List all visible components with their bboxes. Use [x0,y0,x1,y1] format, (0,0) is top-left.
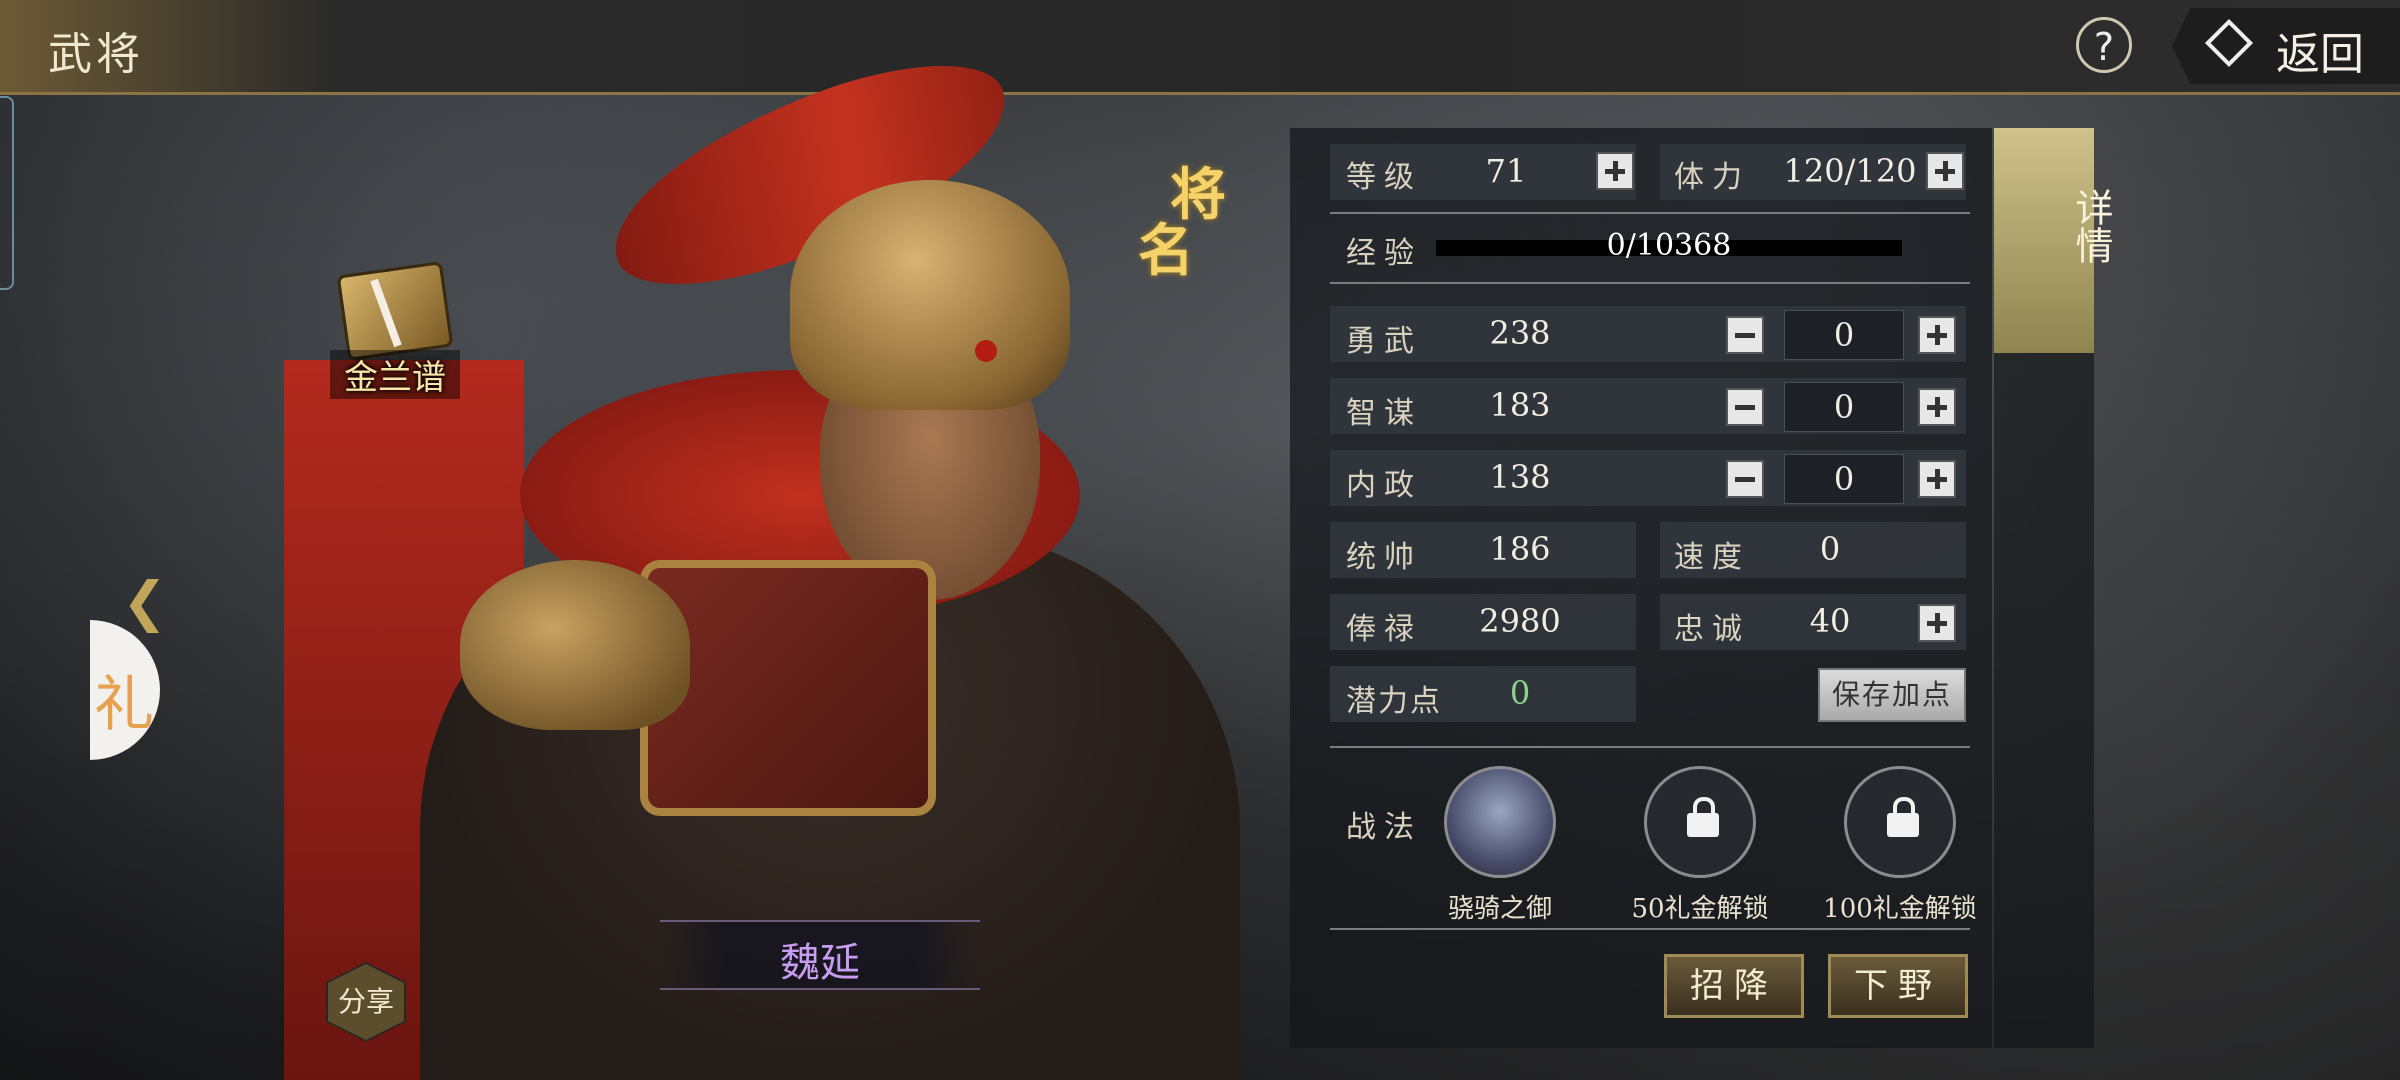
divider [1330,282,1970,284]
level-value: 71 [1485,152,1527,190]
tactic-skill-2-locked[interactable] [1644,766,1756,878]
might-value: 238 [1489,314,1551,352]
general-name-tag: 将 名 [1134,150,1234,284]
salary-value: 2980 [1479,602,1561,640]
left-edge-drawer-handle[interactable] [0,96,14,290]
dismiss-button[interactable]: 下野 [1828,954,1968,1018]
helmet-gem [975,340,997,362]
intellect-label: 智谋 [1346,396,1422,431]
intellect-minus-button[interactable] [1726,388,1764,426]
might-minus-button[interactable] [1726,316,1764,354]
details-tab[interactable]: 详情 [1994,128,2113,353]
jinlan-label: 金兰谱 [330,350,460,399]
intellect-value: 183 [1489,386,1551,424]
divider [1330,928,1970,930]
back-label: 返回 [2276,29,2364,80]
might-plus-button[interactable] [1918,316,1956,354]
exp-label: 经验 [1346,236,1422,271]
hero-pauldron [460,560,690,730]
help-button[interactable]: ? [2076,17,2132,73]
tactic-skill-3-locked[interactable] [1844,766,1956,878]
intellect-plus-button[interactable] [1918,388,1956,426]
politics-minus-button[interactable] [1726,460,1764,498]
intellect-alloc-field[interactable]: 0 [1784,382,1904,432]
might-alloc-field[interactable]: 0 [1784,310,1904,360]
might-label: 勇武 [1346,324,1422,359]
politics-alloc-field[interactable]: 0 [1784,454,1904,504]
level-plus-button[interactable] [1596,152,1634,190]
politics-plus-button[interactable] [1918,460,1956,498]
exp-value: 0/10368 [1606,228,1732,263]
loyalty-label: 忠诚 [1674,612,1750,647]
politics-label: 内政 [1346,468,1422,503]
potential-label: 潜力点 [1346,684,1442,719]
name-tag-char-2: 名 [1138,218,1194,284]
potential-value: 0 [1509,674,1531,712]
back-button[interactable]: 返回 [2172,8,2400,84]
hero-name: 魏延 [780,940,860,986]
salary-label: 俸禄 [1346,612,1422,647]
tactic-skill-2-caption: 50礼金解锁 [1631,894,1769,924]
speed-value: 0 [1819,530,1841,568]
speed-label: 速度 [1674,540,1750,575]
jinlan-badge-button[interactable]: 金兰谱 [330,261,460,399]
lock-icon [1687,797,1719,837]
divider [1330,212,1970,214]
gift-glyph: 礼 [94,670,154,740]
loyalty-value: 40 [1809,602,1851,640]
tactic-skill-1[interactable] [1444,766,1556,878]
previous-hero-chevron-icon[interactable]: ❮ [122,570,167,633]
stamina-value: 120/120 [1783,152,1917,190]
side-tab-rail [1994,353,2094,1048]
level-label: 等级 [1346,160,1422,195]
share-label: 分享 [337,985,394,1018]
loyalty-plus-button[interactable] [1918,604,1956,642]
tactics-label: 战法 [1346,810,1422,845]
politics-value: 138 [1489,458,1551,496]
details-tab-label: 详情 [2069,188,2113,264]
hero-name-banner: 魏延 [660,920,980,990]
page-title: 武将 [48,29,144,80]
hero-helmet [790,180,1070,410]
top-bar: 武将 ? 返回 [0,0,2400,95]
tactic-skill-1-caption: 骁骑之御 [1447,894,1552,924]
back-arrow-icon [2204,18,2254,68]
divider [1330,746,1970,748]
tactic-skill-3-caption: 100礼金解锁 [1823,894,1977,924]
save-points-button[interactable]: 保存加点 [1818,668,1966,722]
command-label: 统帅 [1346,540,1422,575]
stamina-plus-button[interactable] [1926,152,1964,190]
command-value: 186 [1489,530,1551,568]
stamina-label: 体力 [1674,160,1750,195]
lock-icon [1887,797,1919,837]
recruit-button[interactable]: 招降 [1664,954,1804,1018]
